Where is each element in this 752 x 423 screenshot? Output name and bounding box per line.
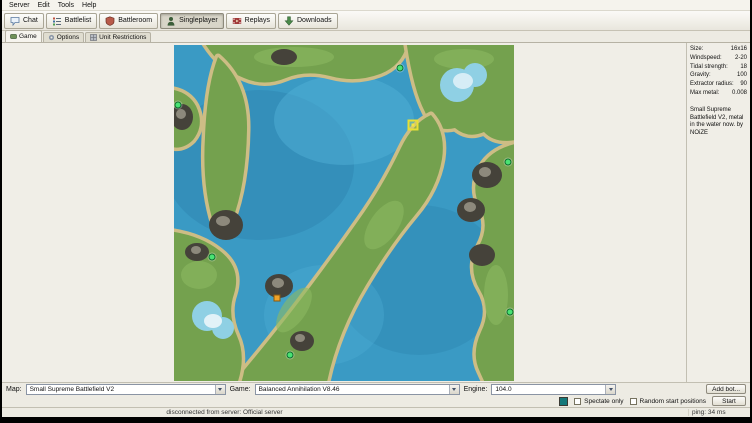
tab-replays[interactable]: Replays — [226, 13, 276, 29]
tab-replays-label: Replays — [245, 17, 270, 24]
tab-downloads[interactable]: Downloads — [278, 13, 338, 29]
tab-unit-restrictions[interactable]: Unit Restrictions — [85, 32, 151, 42]
game-label: Game: — [230, 386, 251, 393]
chevron-down-icon[interactable] — [605, 385, 615, 394]
game-select-value: Balanced Annihilation V8.46 — [256, 386, 449, 393]
map-info-panel: Size: 16x16 Windspeed: 2-20 Tidal streng… — [686, 43, 750, 382]
info-row-maxmetal: Max metal: 0.008 — [690, 90, 747, 98]
info-label: Windspeed: — [690, 55, 722, 63]
chevron-down-icon[interactable] — [449, 385, 459, 394]
info-value: 18 — [740, 64, 747, 72]
downloads-icon — [284, 16, 294, 26]
status-bar: disconnected from server: Official serve… — [2, 407, 750, 417]
spectate-only-label: Spectate only — [584, 398, 623, 405]
chevron-down-icon[interactable] — [215, 385, 225, 394]
main-content: Size: 16x16 Windspeed: 2-20 Tidal streng… — [2, 43, 750, 382]
map-label: Map: — [6, 386, 22, 393]
start-position-marker[interactable] — [209, 253, 216, 260]
unit-restrictions-tab-icon — [90, 34, 97, 41]
tab-unit-restrictions-label: Unit Restrictions — [99, 34, 146, 41]
info-value: 90 — [740, 81, 747, 89]
random-start-checkbox[interactable] — [630, 398, 637, 405]
info-value: 100 — [737, 72, 747, 80]
info-row-windspeed: Windspeed: 2-20 — [690, 55, 747, 63]
info-label: Gravity: — [690, 72, 711, 80]
options-row: Spectate only Random start positions Sta… — [2, 395, 750, 407]
tab-singleplayer-label: Singleplayer — [179, 17, 218, 24]
start-button[interactable]: Start — [712, 396, 746, 406]
info-value: 16x16 — [731, 46, 747, 54]
map-terrain-svg — [174, 45, 514, 381]
tab-chat-label: Chat — [23, 17, 38, 24]
engine-label: Engine: — [464, 386, 488, 393]
map-select-value: Small Supreme Battlefield V2 — [27, 386, 215, 393]
start-position-marker[interactable] — [175, 101, 182, 108]
game-select[interactable]: Balanced Annihilation V8.46 — [255, 384, 460, 395]
start-position-marker[interactable] — [408, 119, 419, 130]
info-label: Extractor radius: — [690, 81, 734, 89]
connection-status: disconnected from server: Official serve… — [2, 409, 447, 416]
tab-game[interactable]: Game — [5, 30, 42, 42]
desktop-background: { "menu": { "items": ["Server", "Edit", … — [0, 0, 752, 423]
tab-battleroom-label: Battleroom — [118, 17, 152, 24]
start-position-marker[interactable] — [397, 64, 404, 71]
menu-server[interactable]: Server — [5, 2, 34, 9]
add-bot-button[interactable]: Add bot... — [706, 384, 746, 394]
info-label: Size: — [690, 46, 703, 54]
chat-icon — [10, 16, 20, 26]
tab-battlelist[interactable]: Battlelist — [46, 13, 97, 29]
start-position-marker[interactable] — [505, 158, 512, 165]
info-value: 0.008 — [732, 90, 747, 98]
menu-tools[interactable]: Tools — [54, 2, 78, 9]
tab-battleroom[interactable]: Battleroom — [99, 13, 158, 29]
start-position-marker[interactable] — [287, 351, 294, 358]
engine-select[interactable]: 104.0 — [491, 384, 616, 395]
map-description: Small Supreme Battlefield V2, metal in t… — [690, 107, 747, 138]
map-canvas[interactable] — [174, 45, 514, 381]
info-row-size: Size: 16x16 — [690, 46, 747, 54]
battleroom-icon — [105, 16, 115, 26]
random-start-label: Random start positions — [640, 398, 706, 405]
singleplayer-icon — [166, 16, 176, 26]
info-label: Tidal strength: — [690, 64, 728, 72]
tab-battlelist-label: Battlelist — [65, 17, 91, 24]
tab-chat[interactable]: Chat — [4, 13, 44, 29]
menu-help[interactable]: Help — [78, 2, 100, 9]
tab-options[interactable]: Options — [43, 32, 84, 42]
info-value: 2-20 — [735, 55, 747, 63]
info-row-extractor: Extractor radius: 90 — [690, 81, 747, 89]
spectate-only-group: Spectate only — [574, 398, 623, 405]
start-position-marker[interactable] — [274, 294, 281, 301]
lobby-window: Server Edit Tools Help Chat Battlelist B… — [2, 0, 750, 417]
singleplayer-tabrow: Game Options Unit Restrictions — [2, 31, 750, 43]
engine-select-value: 104.0 — [492, 386, 605, 393]
spectate-only-checkbox[interactable] — [574, 398, 581, 405]
game-tab-icon — [10, 33, 17, 40]
info-row-gravity: Gravity: 100 — [690, 72, 747, 80]
ping-status: ping: 34 ms — [688, 409, 750, 416]
tab-game-label: Game — [19, 33, 37, 40]
battlelist-icon — [52, 16, 62, 26]
map-area — [2, 43, 686, 382]
options-tab-icon — [48, 34, 55, 41]
menu-bar: Server Edit Tools Help — [2, 0, 750, 11]
selectors-row: Map: Small Supreme Battlefield V2 Game: … — [2, 382, 750, 395]
info-label: Max metal: — [690, 90, 719, 98]
info-row-tidal: Tidal strength: 18 — [690, 64, 747, 72]
map-select[interactable]: Small Supreme Battlefield V2 — [26, 384, 226, 395]
menu-edit[interactable]: Edit — [34, 2, 54, 9]
random-start-group: Random start positions — [630, 398, 706, 405]
tab-options-label: Options — [57, 34, 79, 41]
tab-downloads-label: Downloads — [297, 17, 332, 24]
start-position-marker[interactable] — [507, 308, 514, 315]
replays-icon — [232, 16, 242, 26]
tab-singleplayer[interactable]: Singleplayer — [160, 13, 224, 29]
player-color-swatch[interactable] — [559, 397, 568, 406]
main-toolbar: Chat Battlelist Battleroom Singleplayer … — [2, 11, 750, 31]
